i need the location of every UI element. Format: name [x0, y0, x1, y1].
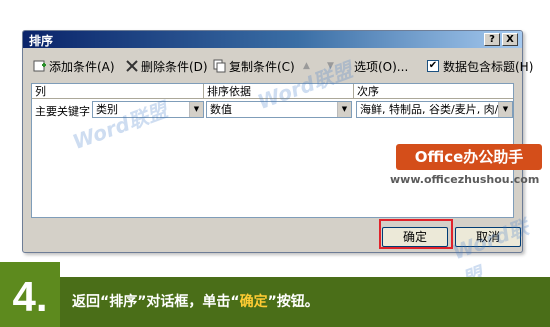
add-icon: [33, 59, 47, 73]
copy-level-label: 复制条件(C): [229, 59, 295, 74]
copy-icon: [213, 59, 227, 73]
step-number: 4.: [0, 262, 60, 327]
has-headers-checkbox[interactable]: ✔ 数据包含标题(H): [427, 56, 533, 76]
instruction-text-highlight: 确定: [239, 294, 268, 310]
chevron-down-icon[interactable]: ▼: [189, 102, 203, 117]
chevron-down-icon[interactable]: ▼: [498, 102, 512, 117]
row-label: 主要关键字: [35, 105, 90, 118]
close-button[interactable]: X: [502, 33, 518, 46]
order-select[interactable]: 海鲜, 特制品, 谷类/麦片, 肉/家禽 ▼: [356, 101, 513, 118]
delete-icon: [125, 59, 139, 73]
copy-level-button[interactable]: 复制条件(C): [213, 56, 295, 76]
checkbox-box[interactable]: ✔: [427, 60, 439, 72]
brand-badge: Office办公助手: [396, 144, 542, 170]
help-button[interactable]: ?: [484, 33, 500, 46]
chevron-down-icon[interactable]: ▼: [337, 102, 351, 117]
title-bar: 排序 ? X: [23, 31, 522, 48]
delete-level-label: 删除条件(D): [141, 59, 208, 74]
add-level-button[interactable]: 添加条件(A): [33, 56, 115, 76]
instruction-text: 返回“排序”对话框，单击“确定”按钮。: [72, 291, 319, 311]
order-select-value: 海鲜, 特制品, 谷类/麦片, 肉/家禽: [360, 103, 513, 116]
add-level-label: 添加条件(A): [49, 59, 115, 74]
dialog-title: 排序: [29, 34, 54, 48]
toolbar: 添加条件(A) 删除条件(D) 复制条件(C) ▲ ▼ 选项(O)... ✔ 数…: [27, 53, 533, 79]
options-button[interactable]: 选项(O)...: [354, 56, 408, 76]
header-order: 次序: [357, 85, 379, 98]
sort-on-select-value: 数值: [210, 103, 232, 116]
has-headers-label: 数据包含标题(H): [443, 59, 534, 74]
ok-highlight-box: [379, 219, 453, 249]
delete-level-button[interactable]: 删除条件(D): [125, 56, 208, 76]
instruction-text-before: 返回“排序”对话框，单击“: [72, 294, 240, 310]
instruction-text-after: ”按钮。: [267, 294, 319, 310]
header-column: 列: [32, 84, 204, 99]
brand-url: www.officezhushou.com: [390, 173, 540, 186]
